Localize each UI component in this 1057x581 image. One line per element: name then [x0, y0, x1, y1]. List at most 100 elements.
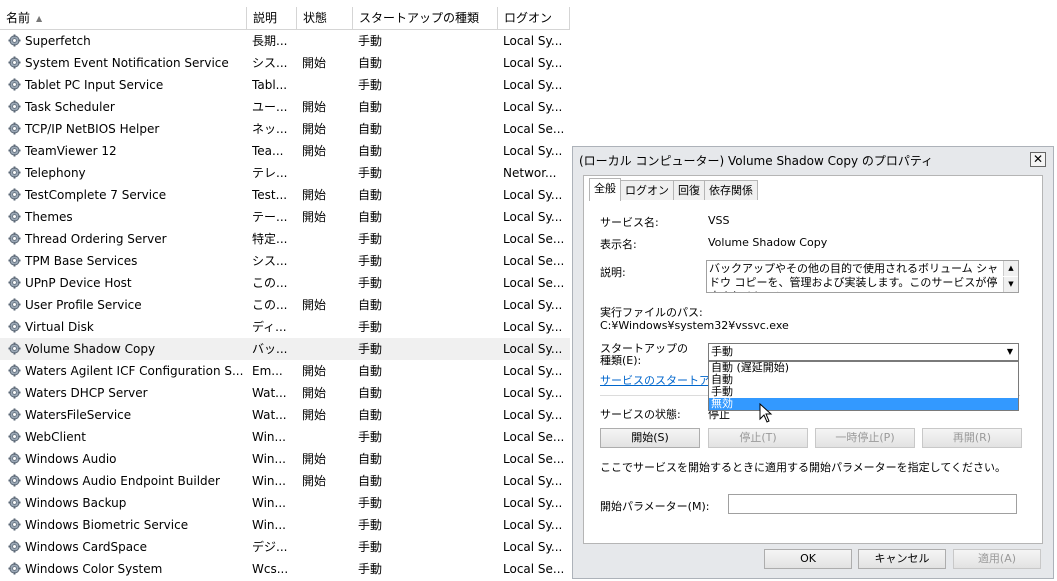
table-row[interactable]: Superfetch 長期... 手動 Local Sy... — [0, 30, 570, 52]
service-name-cell: Virtual Disk — [8, 316, 246, 338]
table-row[interactable]: Waters DHCP Server Wat... 開始 自動 Local Sy... — [0, 382, 570, 404]
gear-icon — [8, 408, 21, 421]
service-desc-cell: ネッ... — [252, 122, 288, 136]
start-button[interactable]: 開始(S) — [600, 428, 700, 448]
start-params-input[interactable] — [728, 494, 1017, 514]
param-hint: ここでサービスを開始するときに適用する開始パラメーターを指定してください。 — [600, 461, 1007, 474]
tab-1[interactable]: ログオン — [620, 180, 674, 200]
table-row[interactable]: Telephony テレ... 手動 Networ... — [0, 162, 570, 184]
column-header-4[interactable]: ログオン — [498, 7, 570, 29]
table-row[interactable]: Tablet PC Input Service Tabl... 手動 Local Sy… — [0, 74, 570, 96]
table-row[interactable]: WebClient Win... 手動 Local Se... — [0, 426, 570, 448]
table-row[interactable]: Windows Backup Win... 手動 Local Sy... — [0, 492, 570, 514]
service-logon-cell: Networ... — [503, 166, 557, 180]
service-name: TestComplete 7 Service — [25, 188, 167, 202]
table-row[interactable]: User Profile Service この... 開始 自動 Local Sy... — [0, 294, 570, 316]
startup-option-2[interactable]: 手動 — [709, 386, 1018, 398]
table-row[interactable]: System Event Notification Service シス... 開始… — [0, 52, 570, 74]
cancel-button[interactable]: キャンセル — [858, 549, 946, 569]
service-name-cell: Themes — [8, 206, 246, 228]
service-logon-cell: Local Sy... — [503, 386, 563, 400]
startup-option-1[interactable]: 自動 — [709, 374, 1018, 386]
table-row[interactable]: TCP/IP NetBIOS Helper ネッ... 開始 自動 Local Se..… — [0, 118, 570, 140]
service-startup-cell: 自動 — [358, 364, 383, 378]
pause-button[interactable]: 一時停止(P) — [815, 428, 915, 448]
service-name-cell: User Profile Service — [8, 294, 246, 316]
table-row[interactable]: Windows Color System Wcs... 手動 Local Se... — [0, 558, 570, 580]
service-startup-cell: 手動 — [358, 254, 383, 268]
service-logon-cell: Local Se... — [503, 562, 565, 576]
table-row[interactable]: Thread Ordering Server 特定... 手動 Local Se... — [0, 228, 570, 250]
close-icon[interactable]: ✕ — [1030, 152, 1046, 167]
column-header-1[interactable]: 説明 — [247, 7, 297, 29]
service-name: Themes — [25, 210, 73, 224]
table-row[interactable]: TestComplete 7 Service Test... 開始 自動 Local S… — [0, 184, 570, 206]
column-header-0[interactable]: 名前 ▲ — [0, 7, 247, 29]
service-logon-cell: Local Sy... — [503, 298, 563, 312]
stop-button[interactable]: 停止(T) — [708, 428, 808, 448]
table-row[interactable]: Volume Shadow Copy バッ... 手動 Local Sy... — [0, 338, 570, 360]
column-header-label: ログオン — [504, 11, 553, 25]
service-desc-cell: Win... — [252, 452, 286, 466]
table-row[interactable]: Waters Agilent ICF Configuration S... Em.… — [0, 360, 570, 382]
gear-icon — [8, 34, 21, 47]
apply-button[interactable]: 適用(A) — [953, 549, 1041, 569]
table-row[interactable]: Virtual Disk ディ... 手動 Local Sy... — [0, 316, 570, 338]
table-row[interactable]: Windows Audio Endpoint Builder Win... 開始 自動… — [0, 470, 570, 492]
service-desc-cell: この... — [252, 298, 288, 312]
description-box[interactable]: バックアップやその他の目的で使用されるボリューム シャドウ コピーを、管理および… — [706, 260, 1019, 293]
service-name: Windows Audio — [25, 452, 117, 466]
service-desc-cell: Win... — [252, 430, 286, 444]
table-row[interactable]: UPnP Device Host この... 手動 Local Se... — [0, 272, 570, 294]
gear-icon — [8, 210, 21, 223]
service-state-cell: 開始 — [302, 144, 327, 158]
service-startup-cell: 自動 — [358, 408, 383, 422]
service-name: Windows Audio Endpoint Builder — [25, 474, 220, 488]
table-row[interactable]: Task Scheduler ユー... 開始 自動 Local Sy... — [0, 96, 570, 118]
table-row[interactable]: Themes テー... 開始 自動 Local Sy... — [0, 206, 570, 228]
gear-icon — [8, 56, 21, 69]
table-row[interactable]: TPM Base Services シス... 手動 Local Se... — [0, 250, 570, 272]
service-name: TeamViewer 12 — [25, 144, 117, 158]
tab-3[interactable]: 依存関係 — [704, 180, 758, 200]
tab-0[interactable]: 全般 — [589, 178, 621, 201]
tab-2[interactable]: 回復 — [673, 180, 705, 200]
service-desc-cell: Em... — [252, 364, 283, 378]
table-row[interactable]: Windows Audio Win... 開始 自動 Local Se... — [0, 448, 570, 470]
sort-ascending-icon: ▲ — [36, 13, 43, 23]
service-startup-cell: 自動 — [358, 56, 383, 70]
service-status-label: サービスの状態: — [600, 408, 681, 421]
description-text: バックアップやその他の目的で使用されるボリューム シャドウ コピーを、管理および… — [709, 262, 999, 292]
service-desc-cell: バッ... — [252, 342, 288, 356]
table-row[interactable]: WatersFileService Wat... 開始 自動 Local Sy... — [0, 404, 570, 426]
service-desc-cell: Win... — [252, 474, 286, 488]
scroll-down-icon[interactable]: ▼ — [1003, 277, 1018, 292]
startup-option-0[interactable]: 自動 (遅延開始) — [709, 362, 1018, 374]
table-row[interactable]: Windows Biometric Service Win... 手動 Local S… — [0, 514, 570, 536]
service-logon-cell: Local Sy... — [503, 320, 563, 334]
table-row[interactable]: Windows CardSpace デジ... 手動 Local Sy... — [0, 536, 570, 558]
param-label: 開始パラメーター(M): — [600, 500, 710, 513]
service-name-cell: WatersFileService — [8, 404, 246, 426]
column-header-label: 名前 — [6, 11, 31, 25]
scroll-up-icon[interactable]: ▲ — [1003, 261, 1018, 276]
gear-icon — [8, 166, 21, 179]
services-rows: Superfetch 長期... 手動 Local Sy... System Event… — [0, 30, 570, 580]
service-desc-cell: ユー... — [252, 100, 288, 114]
column-header-2[interactable]: 状態 — [297, 7, 353, 29]
startup-type-select[interactable]: 手動 ▼ — [708, 343, 1019, 361]
service-desc-cell: Win... — [252, 518, 286, 532]
startup-option-3[interactable]: 無効 — [709, 398, 1018, 410]
service-state-cell: 開始 — [302, 188, 327, 202]
gear-icon — [8, 452, 21, 465]
service-name-cell: Windows Backup — [8, 492, 246, 514]
column-header-3[interactable]: スタートアップの種類 — [353, 7, 498, 29]
service-startup-cell: 手動 — [358, 276, 383, 290]
chevron-down-icon[interactable]: ▼ — [1004, 346, 1016, 358]
resume-button[interactable]: 再開(R) — [922, 428, 1022, 448]
service-startup-cell: 手動 — [358, 518, 383, 532]
service-startup-cell: 手動 — [358, 430, 383, 444]
service-startup-cell: 自動 — [358, 122, 383, 136]
ok-button[interactable]: OK — [764, 549, 852, 569]
table-row[interactable]: TeamViewer 12 Tea... 開始 自動 Local Sy... — [0, 140, 570, 162]
